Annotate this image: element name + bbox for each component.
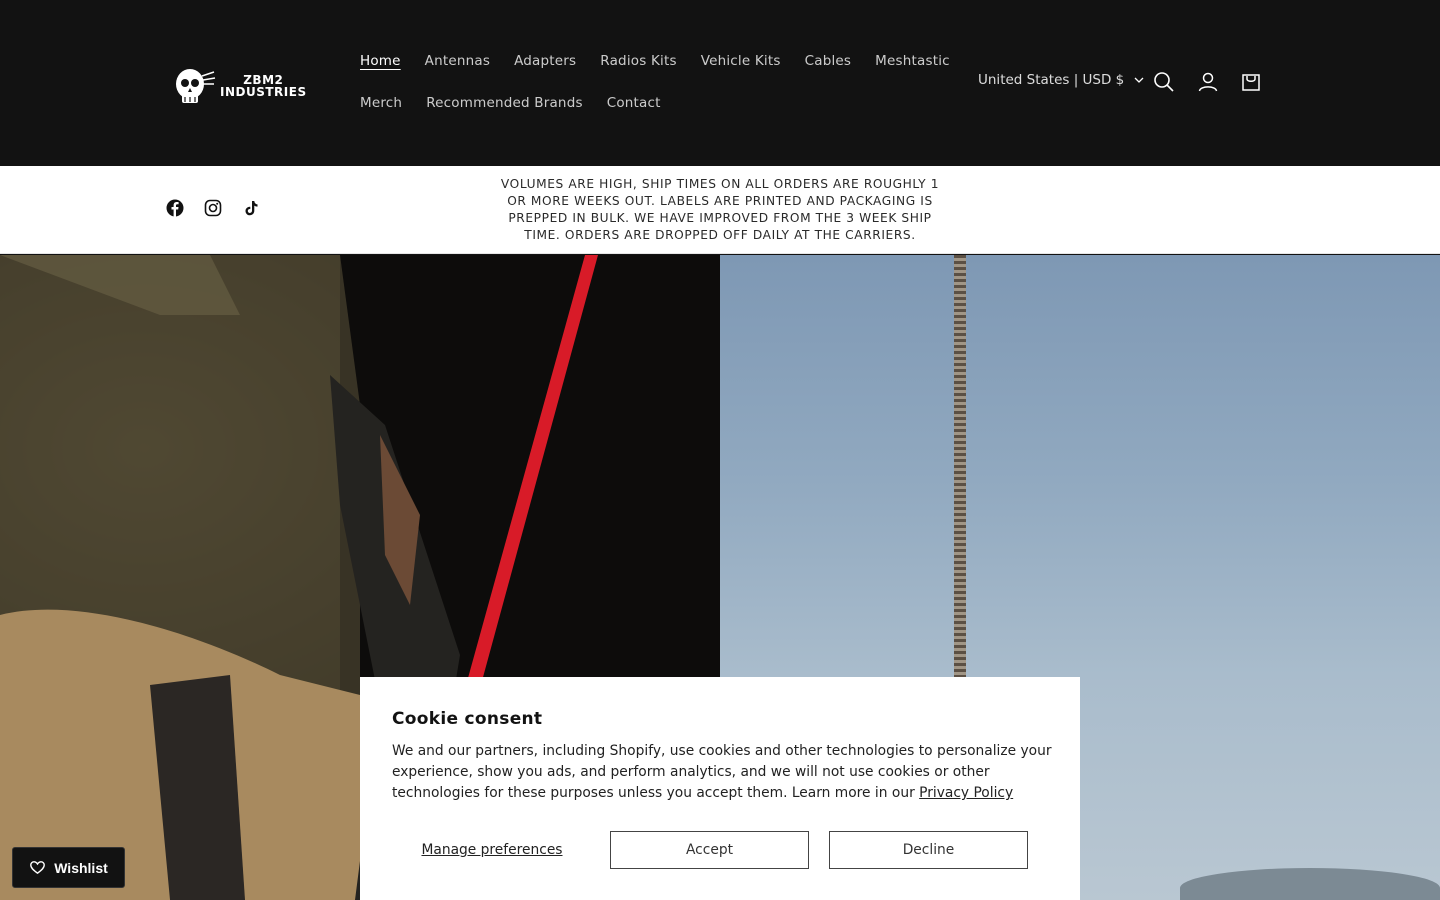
nav-item-merch[interactable]: Merch	[348, 95, 414, 111]
cookie-title: Cookie consent	[392, 709, 543, 729]
search-icon[interactable]	[1152, 70, 1176, 94]
accept-button[interactable]: Accept	[610, 831, 809, 869]
decline-button[interactable]: Decline	[829, 831, 1028, 869]
manage-preferences-button[interactable]: Manage preferences	[392, 831, 592, 869]
cookie-body: We and our partners, including Shopify, …	[392, 741, 1052, 804]
facebook-icon[interactable]	[166, 199, 184, 217]
nav-item-cables[interactable]: Cables	[793, 53, 864, 69]
instagram-icon[interactable]	[204, 199, 222, 217]
cookie-consent-dialog: Cookie consent We and our partners, incl…	[360, 677, 1080, 900]
privacy-policy-link[interactable]: Privacy Policy	[919, 785, 1013, 801]
nav-item-radios-kits[interactable]: Radios Kits	[588, 53, 688, 69]
nav-item-meshtastic[interactable]: Meshtastic	[863, 53, 962, 69]
country-selector[interactable]: United States | USD $	[978, 72, 1144, 88]
heart-icon	[30, 861, 46, 875]
announcement-bar: VOLUMES ARE HIGH, SHIP TIMES ON ALL ORDE…	[0, 166, 1440, 254]
cart-icon[interactable]	[1240, 70, 1264, 94]
country-selector-label: United States | USD $	[978, 72, 1125, 88]
nav-item-vehicle-kits[interactable]: Vehicle Kits	[689, 53, 793, 69]
nav-row-primary: Home Antennas Adapters Radios Kits Vehic…	[348, 40, 950, 82]
wishlist-button[interactable]: Wishlist	[12, 847, 125, 888]
nav-item-contact[interactable]: Contact	[595, 95, 673, 111]
chevron-down-icon	[1134, 77, 1144, 83]
social-links	[166, 199, 260, 217]
nav-item-antennas[interactable]: Antennas	[413, 53, 502, 69]
cookie-actions: Manage preferences Accept Decline	[392, 831, 1052, 869]
skull-logo-icon	[176, 69, 216, 103]
nav-item-recommended-brands[interactable]: Recommended Brands	[414, 95, 595, 111]
account-icon[interactable]	[1196, 70, 1220, 94]
wishlist-label: Wishlist	[54, 859, 108, 876]
brand-logo[interactable]: ZBM2 INDUSTRIES	[172, 64, 318, 108]
brand-wordmark: ZBM2 INDUSTRIES	[220, 74, 307, 98]
tiktok-icon[interactable]	[242, 199, 260, 217]
mountain-silhouette	[1180, 868, 1440, 900]
main-nav: Home Antennas Adapters Radios Kits Vehic…	[348, 40, 950, 124]
brand-line-2: INDUSTRIES	[220, 85, 307, 99]
nav-item-adapters[interactable]: Adapters	[502, 53, 588, 69]
site-header: ZBM2 INDUSTRIES Home Antennas Adapters R…	[0, 0, 1440, 166]
announcement-text: VOLUMES ARE HIGH, SHIP TIMES ON ALL ORDE…	[500, 177, 940, 242]
nav-item-home[interactable]: Home	[348, 53, 413, 69]
nav-row-secondary: Merch Recommended Brands Contact	[348, 82, 948, 124]
